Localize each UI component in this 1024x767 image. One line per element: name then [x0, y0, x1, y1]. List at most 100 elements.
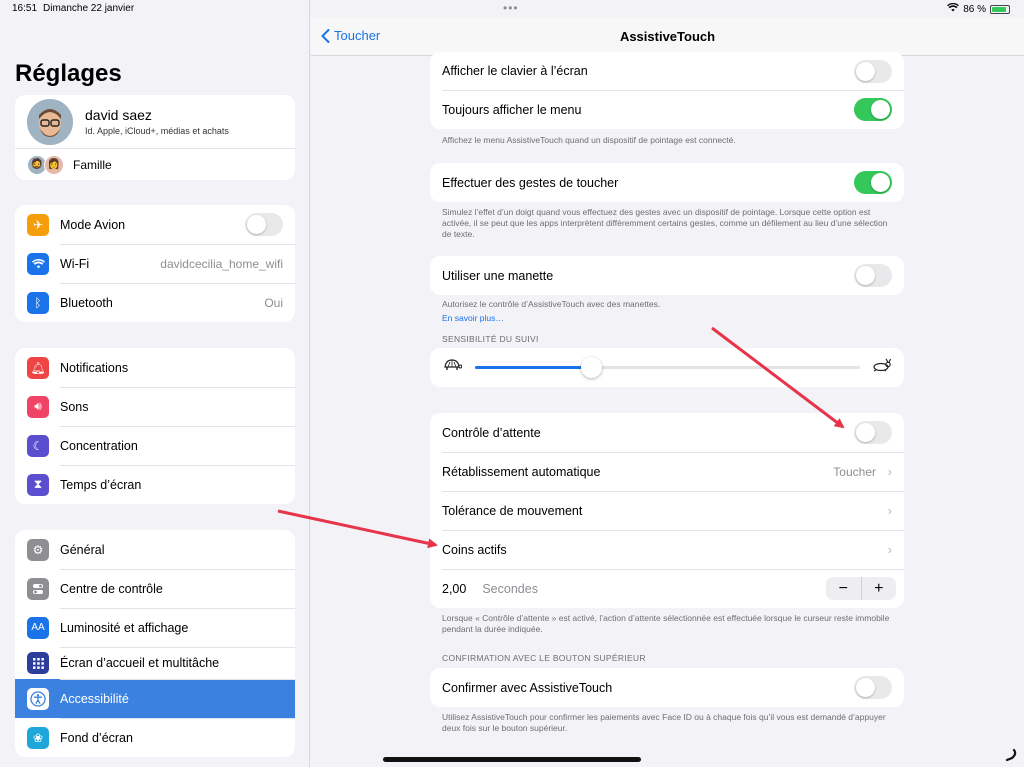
family-row[interactable]: 🧔 👩 Famille — [15, 148, 295, 180]
bluetooth-icon: ᛒ — [27, 291, 49, 314]
grid-icon — [27, 652, 49, 674]
always-show-menu-row[interactable]: Toujours afficher le menu — [430, 90, 904, 129]
tracking-speed-slider[interactable] — [475, 357, 860, 378]
row-label: Afficher le clavier à l’écran — [442, 64, 588, 78]
row-label: Coins actifs — [442, 542, 507, 557]
sidebar-item-label: Concentration — [60, 438, 138, 453]
profile-name: david saez — [85, 107, 152, 123]
airplane-mode-toggle[interactable] — [245, 213, 283, 236]
tortoise-icon — [442, 358, 463, 375]
sidebar-item-display[interactable]: AA Luminosité et affichage — [15, 608, 295, 647]
settings-sidebar: Réglages david saez Id. Apple, iCloud+, … — [0, 0, 310, 767]
sidebar-item-notifications[interactable]: 🔔︎ Notifications — [15, 348, 295, 387]
row-label: Toujours afficher le menu — [442, 102, 582, 117]
row-label: Tolérance de mouvement — [442, 503, 583, 518]
battery-percent: 86 % — [963, 3, 986, 15]
auto-revert-row[interactable]: Rétablissement automatique Toucher › — [430, 452, 904, 491]
tracking-card — [430, 348, 904, 387]
always-show-menu-toggle[interactable] — [854, 98, 892, 121]
sidebar-item-label: Écran d’accueil et multitâche — [60, 656, 220, 670]
sidebar-item-label: Notifications — [60, 360, 129, 375]
dwell-note: Lorsque « Contrôle d’attente » est activ… — [442, 613, 890, 634]
page-title: AssistiveTouch — [619, 29, 716, 44]
row-label: Effectuer des gestes de toucher — [442, 175, 619, 190]
hot-corners-row[interactable]: Coins actifs › — [430, 530, 904, 569]
sidebar-item-label: Temps d’écran — [60, 477, 142, 492]
family-avatar-2: 👩 — [44, 154, 64, 175]
sidebar-item-wifi[interactable]: Wi-Fi davidcecilia_home_wifi — [15, 244, 295, 283]
dwell-card: Contrôle d’attente Rétablissement automa… — [430, 413, 904, 608]
pointer-cursor-icon — [1004, 748, 1018, 765]
sidebar-item-label: Sons — [60, 399, 89, 414]
sidebar-item-home-screen[interactable]: Écran d’accueil et multitâche — [15, 647, 295, 679]
sidebar-item-label: Accessibilité — [60, 691, 129, 706]
gestures-note: Simulez l’effet d’un doigt quand vous ef… — [442, 207, 888, 239]
sidebar-item-bluetooth[interactable]: ᛒ Bluetooth Oui — [15, 283, 295, 322]
sidebar-item-focus[interactable]: ☾ Concentration — [15, 426, 295, 465]
sidebar-item-label: Fond d’écran — [60, 730, 133, 745]
show-keyboard-toggle[interactable] — [854, 59, 892, 83]
hare-icon — [872, 358, 892, 375]
connectivity-group: ✈ Mode Avion Wi-Fi davidcecilia_home_wif… — [15, 205, 295, 322]
show-keyboard-row[interactable]: Afficher le clavier à l’écran — [430, 52, 904, 90]
sidebar-item-general[interactable]: ⚙ Général — [15, 530, 295, 569]
controller-note: Autorisez le contrôle d’AssistiveTouch a… — [442, 299, 892, 324]
status-right: 86 % — [947, 2, 1010, 15]
dwell-seconds-row: 2,00 Secondes − + — [430, 569, 904, 608]
wifi-icon — [27, 252, 49, 275]
row-label: Utiliser une manette — [442, 268, 554, 283]
controller-card: Utiliser une manette — [430, 256, 904, 295]
bluetooth-value: Oui — [264, 295, 283, 310]
sidebar-item-sounds[interactable]: 🔊︎ Sons — [15, 387, 295, 426]
movement-tolerance-row[interactable]: Tolérance de mouvement › — [430, 491, 904, 530]
slider-fill — [475, 366, 591, 369]
confirm-assistive-toggle[interactable] — [854, 676, 892, 699]
dwell-control-toggle[interactable] — [854, 421, 892, 444]
sidebar-item-control-center[interactable]: Centre de contrôle — [15, 569, 295, 608]
use-controller-row[interactable]: Utiliser une manette — [430, 256, 904, 295]
avatar — [27, 98, 73, 145]
nav-bar: Toucher AssistiveTouch — [311, 18, 1024, 56]
profile-card[interactable]: david saez Id. Apple, iCloud+, médias et… — [15, 95, 295, 180]
seconds-stepper: − + — [826, 577, 896, 600]
row-label: Rétablissement automatique — [442, 464, 601, 479]
seconds-label: Secondes — [482, 581, 538, 596]
status-date: Dimanche 22 janvier — [43, 3, 135, 14]
sidebar-item-airplane-mode[interactable]: ✈ Mode Avion — [15, 205, 295, 244]
profile-subtitle: Id. Apple, iCloud+, médias et achats — [85, 126, 229, 136]
auto-revert-value: Toucher — [833, 464, 876, 479]
increment-button[interactable]: + — [860, 577, 897, 600]
slider-knob[interactable] — [580, 357, 602, 378]
text-size-icon: AA — [27, 616, 49, 639]
switches-icon — [27, 577, 49, 600]
section-header-tracking: SENSIBILITÉ DU SUIVI — [442, 334, 539, 344]
use-controller-toggle[interactable] — [854, 264, 892, 287]
assistivetouch-detail: Toucher AssistiveTouch Afficher le clavi… — [311, 0, 1024, 767]
sidebar-item-screen-time[interactable]: ⧗ Temps d’écran — [15, 465, 295, 504]
multitasking-dots-icon[interactable]: ••• — [503, 1, 519, 15]
bell-icon: 🔔︎ — [27, 356, 49, 379]
airplane-icon: ✈ — [27, 213, 49, 236]
battery-icon — [990, 4, 1010, 14]
speaker-icon: 🔊︎ — [27, 395, 49, 418]
menu-note: Affichez le menu AssistiveTouch quand un… — [442, 135, 736, 145]
home-indicator[interactable] — [383, 757, 641, 762]
learn-more-link[interactable]: En savoir plus… — [442, 313, 892, 324]
tap-gestures-toggle[interactable] — [854, 171, 892, 194]
apple-id-row[interactable]: david saez Id. Apple, iCloud+, médias et… — [15, 95, 295, 148]
accessibility-icon — [27, 687, 49, 710]
sidebar-item-wallpaper[interactable]: ❀ Fond d’écran — [15, 718, 295, 757]
decrement-button[interactable]: − — [826, 577, 861, 600]
wifi-status-icon — [947, 2, 960, 15]
chevron-right-icon: › — [887, 464, 892, 479]
confirm-assistive-row[interactable]: Confirmer avec AssistiveTouch — [430, 668, 904, 707]
sidebar-title: Réglages — [15, 60, 122, 87]
sidebar-item-accessibility[interactable]: Accessibilité — [15, 679, 295, 718]
row-label: Confirmer avec AssistiveTouch — [442, 680, 613, 695]
dwell-control-row[interactable]: Contrôle d’attente — [430, 413, 904, 452]
general-group: ⚙ Général Centre de contrôle AA Luminosi… — [15, 530, 295, 757]
sidebar-item-label: Mode Avion — [60, 217, 126, 232]
gestures-card: Effectuer des gestes de toucher — [430, 163, 904, 202]
confirm-note: Utilisez AssistiveTouch pour confirmer l… — [442, 712, 886, 733]
tap-gestures-row[interactable]: Effectuer des gestes de toucher — [430, 163, 904, 202]
